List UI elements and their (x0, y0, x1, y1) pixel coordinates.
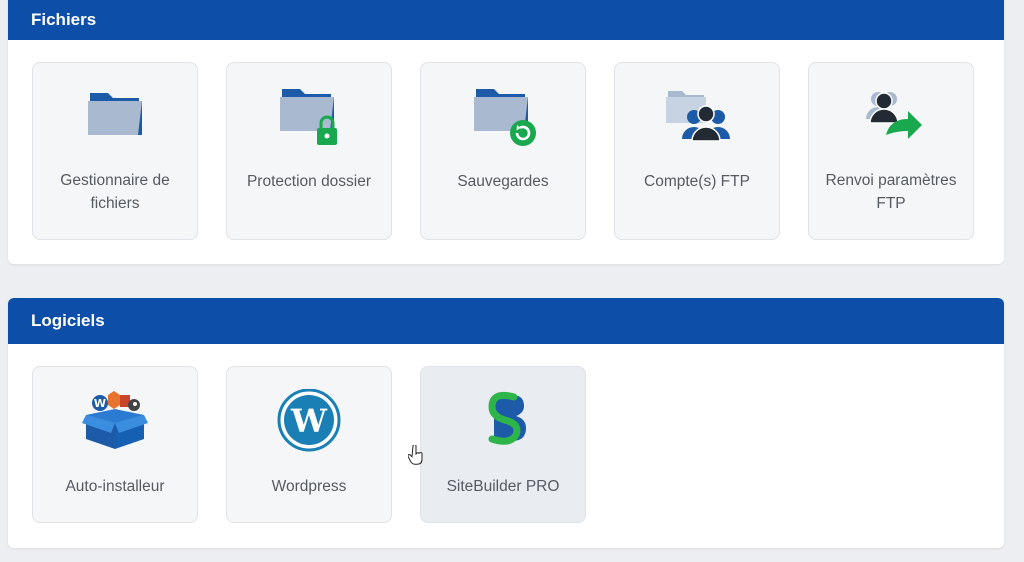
auto-installer-tile[interactable]: W Auto-installeur (32, 366, 198, 523)
tile-label: SiteBuilder PRO (446, 478, 560, 495)
files-tiles: Gestionnaire de fichiers Protection doss… (32, 62, 974, 240)
backups-tile[interactable]: Sauvegardes (420, 62, 586, 240)
file-manager-tile[interactable]: Gestionnaire de fichiers (32, 62, 198, 240)
tile-label: Sauvegardes (457, 173, 549, 190)
svg-text:W: W (94, 397, 106, 410)
software-tiles: W Auto-installeur W Wordpress SiteBuilde… (32, 366, 586, 523)
tile-label: Compte(s) FTP (644, 173, 750, 190)
sitebuilder-icon (488, 391, 526, 445)
ftp-accounts-icon (666, 91, 730, 142)
folder-icon (88, 93, 142, 135)
hand-cursor-icon (408, 445, 423, 465)
tile-label: Auto-installeur (65, 478, 165, 495)
files-panel: Fichiers Gestionnaire de fichiers Protec… (8, 0, 1004, 264)
wordpress-icon: W (277, 389, 341, 452)
tile-label: Renvoi paramètres FTP (825, 172, 957, 212)
ftp-settings-forward-tile[interactable]: Renvoi paramètres FTP (808, 62, 974, 240)
ftp-forward-icon (866, 92, 922, 139)
ftp-accounts-tile[interactable]: Compte(s) FTP (614, 62, 780, 240)
auto-installer-icon: W (82, 391, 148, 449)
sitebuilder-pro-tile[interactable]: SiteBuilder PRO (420, 366, 586, 523)
tile-label: Wordpress (271, 478, 347, 495)
software-section-title: Logiciels (8, 298, 1004, 344)
software-panel: Logiciels W Auto-installeur W Wordpress … (8, 298, 1004, 548)
wordpress-tile[interactable]: W Wordpress (226, 366, 392, 523)
tile-label: Gestionnaire de fichiers (60, 172, 170, 212)
folder-protection-tile[interactable]: Protection dossier (226, 62, 392, 240)
folder-lock-icon (280, 89, 337, 145)
files-section-title: Fichiers (8, 0, 1004, 40)
folder-backup-icon (474, 89, 536, 146)
tile-label: Protection dossier (246, 173, 372, 190)
svg-text:W: W (290, 402, 328, 440)
